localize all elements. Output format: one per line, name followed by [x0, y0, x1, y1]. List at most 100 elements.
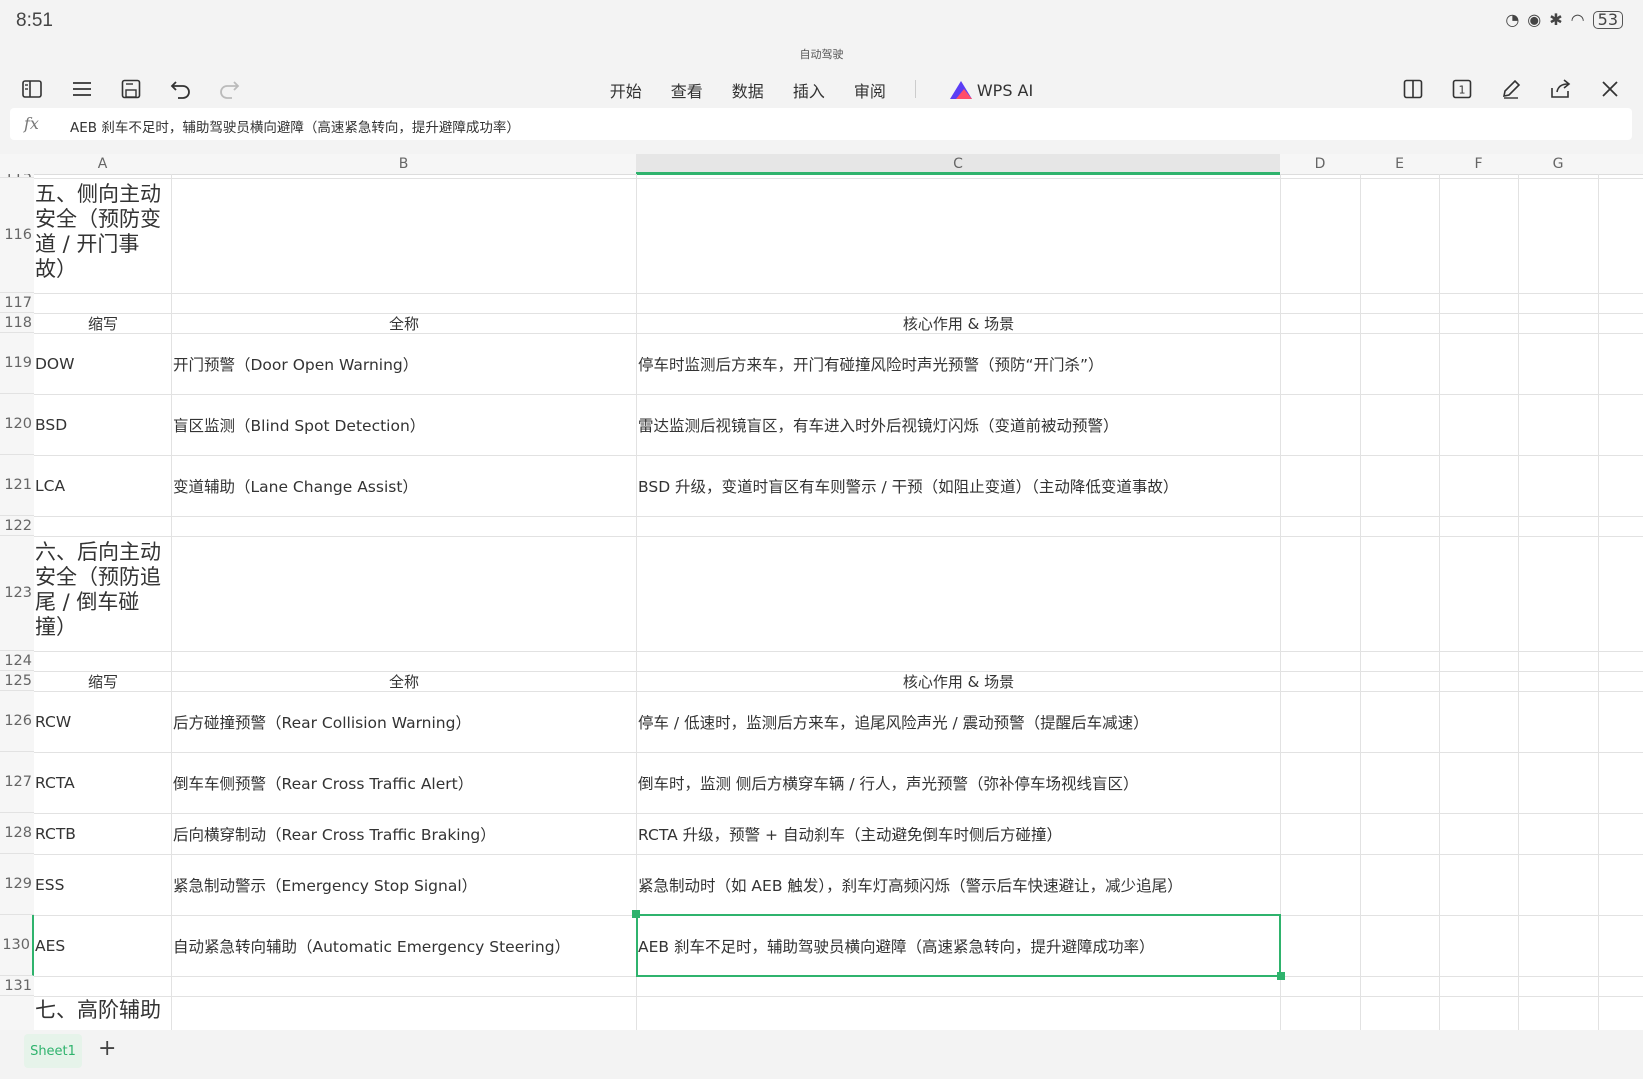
select-all-corner[interactable] — [0, 154, 34, 175]
svg-text:1: 1 — [1459, 84, 1466, 97]
cell-fullname[interactable]: 后方碰撞预警（Rear Collision Warning） — [172, 691, 471, 752]
cell-abbr[interactable]: AES — [34, 915, 65, 976]
add-sheet-button[interactable]: + — [98, 1036, 116, 1061]
cell-fullname[interactable]: 紧急制动警示（Emergency Stop Signal） — [172, 854, 477, 915]
selection-handle-bottom[interactable] — [1277, 972, 1285, 980]
row-header[interactable]: 126 — [0, 691, 34, 752]
status-icons: ◔ ◉ ✱ ◠ 53 — [1505, 10, 1623, 29]
header-cell-role[interactable]: 核心作用 & 场景 — [636, 313, 1280, 333]
close-icon[interactable] — [1597, 76, 1623, 102]
formula-value[interactable]: AEB 刹车不足时，辅助驾驶员横向避障（高速紧急转向，提升避障成功率） — [70, 116, 520, 136]
document-title: 自动驾驶 — [799, 48, 844, 61]
table-row: RCW 后方碰撞预警（Rear Collision Warning） 停车 / … — [34, 691, 1643, 753]
table-row: 缩写 全称 核心作用 & 场景 — [34, 313, 1643, 334]
cell-abbr[interactable]: RCTB — [34, 813, 76, 854]
table-row: 七、高阶辅助 — [34, 996, 1643, 1030]
column-header-f[interactable]: F — [1439, 154, 1518, 175]
row-header[interactable]: 116 — [0, 178, 34, 293]
wps-ai-button[interactable]: WPS AI — [949, 78, 1034, 102]
menu-start[interactable]: 开始 — [610, 78, 642, 102]
split-view-icon[interactable] — [1400, 76, 1426, 102]
header-cell-abbr[interactable]: 缩写 — [34, 671, 171, 691]
row-header[interactable]: 125 — [0, 671, 34, 691]
table-row: RCTB 后向横穿制动（Rear Cross Traffic Braking） … — [34, 813, 1643, 855]
sheet-tab-sheet1[interactable]: Sheet1 — [24, 1034, 82, 1068]
row-header[interactable]: 131 — [0, 976, 34, 996]
share-icon[interactable] — [1548, 76, 1574, 102]
speed-icon: ◔ — [1505, 10, 1520, 29]
cell-fullname[interactable]: 倒车车侧预警（Rear Cross Traffic Alert） — [172, 752, 473, 813]
row-header[interactable]: 121 — [0, 455, 34, 516]
cell-fullname[interactable]: 盲区监测（Blind Spot Detection） — [172, 394, 425, 455]
cell-fullname[interactable]: 变道辅助（Lane Change Assist） — [172, 455, 418, 516]
cell-fullname[interactable]: 自动紧急转向辅助（Automatic Emergency Steering） — [172, 915, 570, 976]
table-row: LCA 变道辅助（Lane Change Assist） BSD 升级，变道时盲… — [34, 455, 1643, 517]
row-header[interactable]: 128 — [0, 813, 34, 854]
cell-role[interactable]: 倒车时，监测 侧后方横穿车辆 / 行人，声光预警（弥补停车场视线盲区） — [637, 752, 1139, 813]
table-row — [34, 293, 1643, 314]
row-header[interactable]: 124 — [0, 651, 34, 671]
cell-role[interactable]: 停车时监测后方来车，开门有碰撞风险时声光预警（预防“开门杀”） — [637, 333, 1104, 394]
row-header[interactable]: 127 — [0, 752, 34, 813]
menu-insert[interactable]: 插入 — [793, 78, 825, 102]
clock: 8:51 — [16, 10, 53, 31]
cell-abbr[interactable]: BSD — [34, 394, 67, 455]
row-header[interactable]: 129 — [0, 854, 34, 915]
selection-handle-top[interactable] — [632, 910, 640, 918]
toolbar: 开始 查看 数据 插入 审阅 WPS AI 1 — [0, 70, 1643, 108]
spreadsheet-grid[interactable]: A B C D E F G 115 116 五、侧向主动安全（预防变道 / 开门… — [0, 154, 1643, 1030]
header-cell-fullname[interactable]: 全称 — [171, 313, 636, 333]
column-header-d[interactable]: D — [1280, 154, 1360, 175]
main-menu: 开始 查看 数据 插入 审阅 WPS AI — [0, 78, 1643, 102]
menu-review[interactable]: 审阅 — [854, 78, 886, 102]
table-row — [34, 516, 1643, 537]
cell-abbr[interactable]: RCW — [34, 691, 71, 752]
table-row: ESS 紧急制动警示（Emergency Stop Signal） 紧急制动时（… — [34, 854, 1643, 916]
table-row: 缩写 全称 核心作用 & 场景 — [34, 671, 1643, 692]
row-header[interactable] — [0, 996, 34, 1030]
page-count-icon[interactable]: 1 — [1449, 76, 1475, 102]
column-header-g[interactable]: G — [1518, 154, 1598, 175]
table-row — [34, 651, 1643, 672]
cell-role[interactable]: 雷达监测后视镜盲区，有车进入时外后视镜灯闪烁（变道前被动预警） — [637, 394, 1119, 455]
column-header-a[interactable]: A — [34, 154, 171, 175]
header-cell-role[interactable]: 核心作用 & 场景 — [636, 671, 1280, 691]
table-row: AES 自动紧急转向辅助（Automatic Emergency Steerin… — [34, 915, 1643, 977]
row-header[interactable]: 117 — [0, 293, 34, 313]
row-header-selected[interactable]: 130 — [0, 915, 34, 976]
column-header-b[interactable]: B — [171, 154, 636, 175]
section-title-cell[interactable]: 六、后向主动安全（预防追尾 / 倒车碰撞） — [34, 536, 162, 651]
bluetooth-icon: ✱ — [1549, 10, 1563, 29]
wps-ai-label: WPS AI — [976, 80, 1034, 100]
cell-role[interactable]: RCTA 升级，预警 + 自动刹车（主动避免倒车时侧后方碰撞） — [637, 813, 1062, 854]
cell-role-selected[interactable]: AEB 刹车不足时，辅助驾驶员横向避障（高速紧急转向，提升避障成功率） — [637, 915, 1154, 976]
wps-ai-logo-icon — [949, 81, 972, 99]
cell-abbr[interactable]: LCA — [34, 455, 65, 516]
cell-abbr[interactable]: RCTA — [34, 752, 75, 813]
cell-role[interactable]: 紧急制动时（如 AEB 触发），刹车灯高频闪烁（警示后车快速避让，减少追尾） — [637, 854, 1183, 915]
section-title-cell[interactable]: 五、侧向主动安全（预防变道 / 开门事故） — [34, 178, 162, 293]
fx-icon: fx — [24, 114, 39, 133]
cell-role[interactable]: 停车 / 低速时，监测后方来车，追尾风险声光 / 震动预警（提醒后车减速） — [637, 691, 1149, 752]
header-cell-fullname[interactable]: 全称 — [171, 671, 636, 691]
menu-view[interactable]: 查看 — [671, 78, 703, 102]
row-header[interactable]: 118 — [0, 313, 34, 333]
menu-data[interactable]: 数据 — [732, 78, 764, 102]
header-cell-abbr[interactable]: 缩写 — [34, 313, 171, 333]
row-header[interactable]: 123 — [0, 536, 34, 651]
edit-pen-icon[interactable] — [1498, 76, 1524, 102]
row-header[interactable]: 120 — [0, 394, 34, 455]
cell-fullname[interactable]: 开门预警（Door Open Warning） — [172, 333, 418, 394]
cell-fullname[interactable]: 后向横穿制动（Rear Cross Traffic Braking） — [172, 813, 496, 854]
formula-bar[interactable]: fx AEB 刹车不足时，辅助驾驶员横向避障（高速紧急转向，提升避障成功率） — [10, 108, 1632, 140]
column-header-e[interactable]: E — [1360, 154, 1439, 175]
section-title-cell[interactable]: 七、高阶辅助 — [34, 996, 162, 1030]
cell-abbr[interactable]: DOW — [34, 333, 74, 394]
cell-abbr[interactable]: ESS — [34, 854, 64, 915]
row-header[interactable]: 122 — [0, 516, 34, 536]
row-header[interactable]: 119 — [0, 333, 34, 394]
sheet-tab-bar: Sheet1 + — [0, 1030, 1643, 1079]
wifi-icon: ◠ — [1570, 10, 1585, 29]
column-header-c[interactable]: C — [636, 154, 1280, 175]
cell-role[interactable]: BSD 升级，变道时盲区有车则警示 / 干预（如阻止变道）（主动降低变道事故） — [637, 455, 1178, 516]
